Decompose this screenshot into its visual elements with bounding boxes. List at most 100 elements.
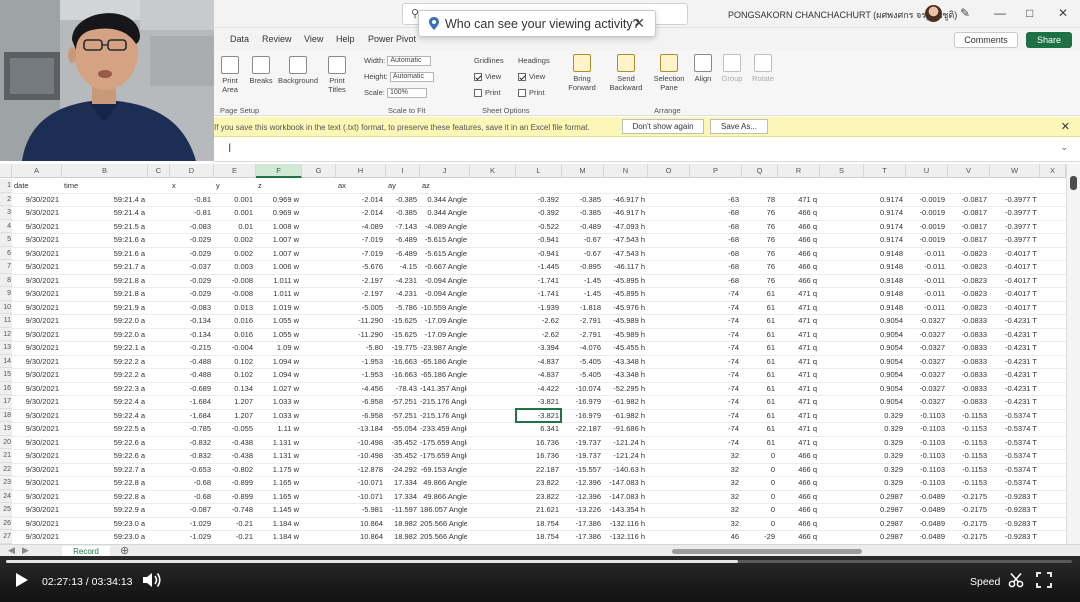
table-cell[interactable]: 466 q	[778, 220, 817, 234]
table-cell[interactable]: -0.385	[562, 206, 601, 220]
table-cell[interactable]: -0.3977 T	[990, 206, 1037, 220]
table-cell[interactable]: -74	[690, 368, 739, 382]
table-cell[interactable]: 1.019 w	[256, 301, 299, 315]
column-header-g[interactable]: G	[302, 164, 336, 178]
table-cell[interactable]: 0.2987	[864, 517, 903, 531]
table-cell[interactable]: -0.215	[170, 341, 211, 355]
table-cell[interactable]: 1.165 w	[256, 490, 299, 504]
breaks-button[interactable]: Breaks	[248, 56, 274, 85]
column-header-d[interactable]: D	[170, 164, 214, 178]
table-cell[interactable]: 32	[690, 463, 739, 477]
column-header-m[interactable]: M	[562, 164, 604, 178]
table-cell[interactable]: -0.385	[386, 206, 417, 220]
tab-data[interactable]: Data	[230, 34, 249, 44]
table-cell[interactable]: 49.866 Angle	[420, 490, 467, 504]
table-cell[interactable]: -0.055	[214, 422, 253, 436]
table-cell[interactable]: 0	[742, 503, 775, 517]
table-cell[interactable]: 471 q	[778, 422, 817, 436]
table-cell[interactable]: -1.029	[170, 517, 211, 531]
scale-input[interactable]: 100%	[386, 88, 427, 99]
table-cell[interactable]: -0.1103	[906, 449, 945, 463]
row-header[interactable]: 17	[0, 395, 12, 409]
table-cell[interactable]: -0.0823	[948, 301, 987, 315]
column-header-u[interactable]: U	[906, 164, 948, 178]
table-cell[interactable]: -10.498	[336, 449, 383, 463]
table-cell[interactable]: -0.4231 T	[990, 368, 1037, 382]
table-cell[interactable]: -2.014	[336, 206, 383, 220]
row-header[interactable]: 8	[0, 273, 12, 287]
table-cell[interactable]: -0.392	[516, 206, 559, 220]
table-cell[interactable]: 0.329	[864, 476, 903, 490]
table-cell[interactable]: -0.0833	[948, 328, 987, 342]
table-cell[interactable]: 76	[742, 274, 775, 288]
table-cell[interactable]: 9/30/2021	[12, 422, 59, 436]
table-cell[interactable]: 0.9054	[864, 382, 903, 396]
table-cell[interactable]: -0.0489	[906, 490, 945, 504]
column-header-b[interactable]: B	[62, 164, 148, 178]
table-cell[interactable]: -0.1103	[906, 422, 945, 436]
row-header[interactable]: 1	[0, 179, 12, 193]
table-cell[interactable]: -45.895 h	[604, 287, 645, 301]
table-cell[interactable]: 59:22.2 a	[62, 368, 145, 382]
selection-pane-button[interactable]: Selection Pane	[650, 54, 688, 92]
table-cell[interactable]: -6.489	[386, 233, 417, 247]
table-cell[interactable]: -0.094 Angle	[420, 287, 467, 301]
table-cell[interactable]: -215.176 Angle	[420, 409, 467, 423]
table-cell[interactable]: -45.895 h	[604, 274, 645, 288]
table-cell[interactable]: 0.003	[214, 260, 253, 274]
table-cell[interactable]: -0.037	[170, 260, 211, 274]
table-cell[interactable]: -74	[690, 409, 739, 423]
table-cell[interactable]: 9/30/2021	[12, 341, 59, 355]
gridlines-print-checkbox[interactable]: Print	[474, 88, 500, 98]
table-cell[interactable]: 1.055 w	[256, 328, 299, 342]
table-cell[interactable]: 471 q	[778, 341, 817, 355]
table-cell[interactable]: 9/30/2021	[12, 287, 59, 301]
table-cell[interactable]: 59:21.8 a	[62, 274, 145, 288]
height-dropdown[interactable]: Automatic	[389, 72, 434, 83]
formula-bar[interactable]: I ⌄	[214, 138, 1080, 162]
table-cell[interactable]: -0.438	[214, 436, 253, 450]
volume-icon[interactable]	[142, 572, 162, 588]
table-cell[interactable]: -45.989 h	[604, 328, 645, 342]
table-cell[interactable]: -0.1153	[948, 409, 987, 423]
table-cell[interactable]: -0.689	[170, 382, 211, 396]
table-cell[interactable]: 61	[742, 355, 775, 369]
scrollbar-thumb[interactable]	[1070, 176, 1077, 190]
table-cell[interactable]: -23.987 Angle	[420, 341, 467, 355]
table-cell[interactable]: -4.837	[516, 368, 559, 382]
table-cell[interactable]: -0.0019	[906, 193, 945, 207]
table-cell[interactable]: -17.09 Angle	[420, 314, 467, 328]
table-cell[interactable]: -0.1103	[906, 476, 945, 490]
horizontal-scrollbar-thumb[interactable]	[672, 549, 862, 554]
table-cell[interactable]: 59:23.0 a	[62, 517, 145, 531]
table-cell[interactable]: 17.334	[386, 490, 417, 504]
table-cell[interactable]: -74	[690, 287, 739, 301]
table-cell[interactable]: -0.488	[170, 355, 211, 369]
table-cell[interactable]: -0.1153	[948, 436, 987, 450]
speed-button[interactable]: Speed	[970, 576, 1000, 588]
table-cell[interactable]: -0.0327	[906, 368, 945, 382]
table-cell[interactable]: 21.621	[516, 503, 559, 517]
column-header-i[interactable]: I	[386, 164, 420, 178]
column-header-t[interactable]: T	[864, 164, 906, 178]
row-header[interactable]: 11	[0, 314, 12, 328]
table-cell[interactable]: 0.002	[214, 247, 253, 261]
table-cell[interactable]: 0.329	[864, 449, 903, 463]
table-cell[interactable]: 205.566 Angle	[420, 530, 467, 544]
table-cell[interactable]: 9/30/2021	[12, 463, 59, 477]
table-cell[interactable]: -16.663	[386, 355, 417, 369]
table-cell[interactable]: 466 q	[778, 476, 817, 490]
close-tooltip-icon[interactable]: ✕	[633, 15, 645, 32]
table-cell[interactable]: 22.187	[516, 463, 559, 477]
table-cell[interactable]: 9/30/2021	[12, 436, 59, 450]
table-cell[interactable]: -10.074	[562, 382, 601, 396]
play-icon[interactable]	[16, 573, 28, 587]
table-cell[interactable]: 0.016	[214, 328, 253, 342]
table-cell[interactable]: -2.197	[336, 287, 383, 301]
table-cell[interactable]: 0.9148	[864, 260, 903, 274]
table-cell[interactable]: -2.791	[562, 328, 601, 342]
table-cell[interactable]: 466 q	[778, 260, 817, 274]
table-cell[interactable]: 471 q	[778, 355, 817, 369]
table-cell[interactable]: 1.131 w	[256, 449, 299, 463]
table-cell[interactable]: 59:23.0 a	[62, 530, 145, 544]
